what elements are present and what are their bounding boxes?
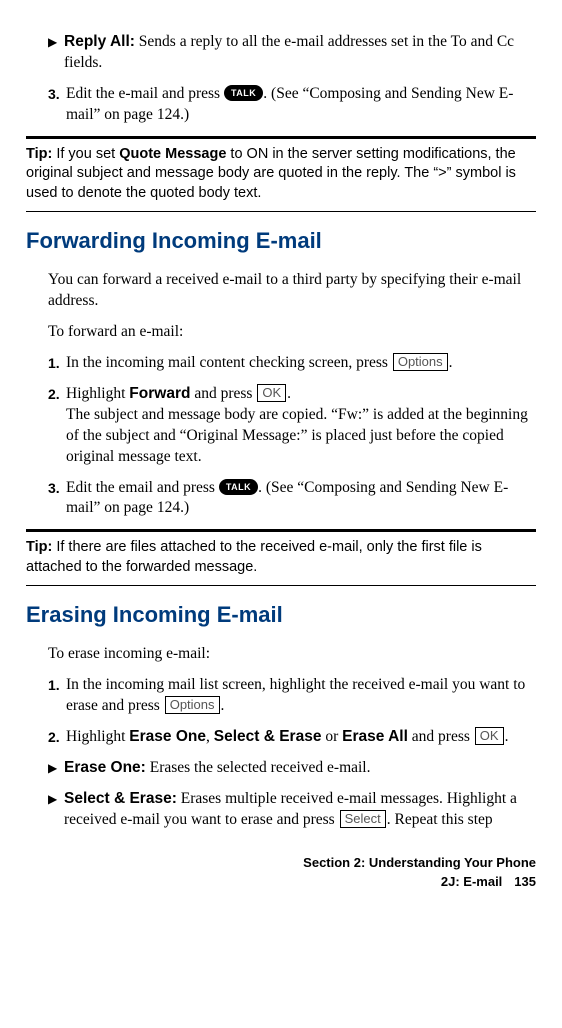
forward-intro: You can forward a received e-mail to a t… <box>48 270 536 312</box>
erase2-c2: or <box>321 728 342 745</box>
bullet-marker-icon: ▶ <box>48 32 64 74</box>
step-number: 1. <box>48 353 66 374</box>
erase2-post: . <box>505 728 509 745</box>
tip-label: Tip: <box>26 146 52 162</box>
talk-key-icon: TALK <box>224 85 263 101</box>
erase1-post: . <box>221 697 225 714</box>
erase2-pre1: Highlight <box>66 728 129 745</box>
fwd2-bold1: Forward <box>129 385 190 402</box>
footer-section: 2J: E-mail <box>441 874 502 889</box>
step-number: 2. <box>48 727 66 748</box>
step-number: 3. <box>48 478 66 520</box>
step3-pre: Edit the e-mail and press <box>66 85 224 102</box>
fwd2-pre2: and press <box>190 385 256 402</box>
heading-erasing: Erasing Incoming E-mail <box>26 600 536 630</box>
heading-forwarding: Forwarding Incoming E-mail <box>26 226 536 256</box>
bullet-reply-all: ▶ Reply All: Sends a reply to all the e-… <box>48 32 536 74</box>
step-3-edit-email: 3. Edit the e-mail and press TALK. (See … <box>48 84 536 126</box>
bullet-erase-one: ▶ Erase One: Erases the selected receive… <box>48 758 536 779</box>
select-erase-post: . Repeat this step <box>387 811 493 828</box>
tip2-body: If there are files attached to the recei… <box>26 539 482 575</box>
forward-step-1: 1. In the incoming mail content checking… <box>48 353 536 374</box>
page-footer: Section 2: Understanding Your Phone 2J: … <box>26 853 536 892</box>
ok-key: OK <box>257 384 286 402</box>
erase-lead: To erase incoming e-mail: <box>48 644 536 665</box>
talk-key-icon: TALK <box>219 479 258 495</box>
select-erase-label: Select & Erase: <box>64 790 177 807</box>
erase-step-2: 2. Highlight Erase One, Select & Erase o… <box>48 727 536 748</box>
forward-step-2: 2. Highlight Forward and press OK. The s… <box>48 384 536 468</box>
bullet-select-erase: ▶ Select & Erase: Erases multiple receiv… <box>48 789 536 831</box>
reply-all-label: Reply All: <box>64 33 135 50</box>
step-number: 3. <box>48 84 66 126</box>
fwd1-post: . <box>449 354 453 371</box>
tip1-pre: If you set <box>52 146 119 162</box>
fwd2-post1: . <box>287 385 291 402</box>
step-number: 2. <box>48 384 66 468</box>
page-number: 135 <box>514 874 536 889</box>
forward-step-3: 3. Edit the email and press TALK. (See “… <box>48 478 536 520</box>
tip1-bold: Quote Message <box>119 146 226 162</box>
fwd2-line2: The subject and message body are copied.… <box>66 406 528 465</box>
options-key: Options <box>165 696 220 714</box>
forward-lead: To forward an e-mail: <box>48 322 536 343</box>
erase2-b3: Erase All <box>342 728 408 745</box>
reply-all-text: Reply All: Sends a reply to all the e-ma… <box>64 32 536 74</box>
ok-key: OK <box>475 727 504 745</box>
erase-step-1: 1. In the incoming mail list screen, hig… <box>48 675 536 717</box>
erase-one-label: Erase One: <box>64 759 146 776</box>
bullet-marker-icon: ▶ <box>48 758 64 779</box>
erase1-pre: In the incoming mail list screen, highli… <box>66 676 525 714</box>
options-key: Options <box>393 353 448 371</box>
fwd1-pre: In the incoming mail content checking sc… <box>66 354 392 371</box>
fwd3-pre: Edit the email and press <box>66 479 219 496</box>
erase2-c1: , <box>206 728 214 745</box>
erase2-c3: and press <box>408 728 474 745</box>
bullet-marker-icon: ▶ <box>48 789 64 831</box>
erase-one-desc: Erases the selected received e-mail. <box>146 759 371 776</box>
tip-label: Tip: <box>26 539 52 555</box>
erase2-b1: Erase One <box>129 728 206 745</box>
tip-attachments: Tip: If there are files attached to the … <box>26 529 536 586</box>
footer-line1: Section 2: Understanding Your Phone <box>26 853 536 873</box>
select-key: Select <box>340 810 386 828</box>
step-number: 1. <box>48 675 66 717</box>
erase2-b2: Select & Erase <box>214 728 322 745</box>
fwd2-pre1: Highlight <box>66 385 129 402</box>
tip-quote-message: Tip: If you set Quote Message to ON in t… <box>26 136 536 213</box>
